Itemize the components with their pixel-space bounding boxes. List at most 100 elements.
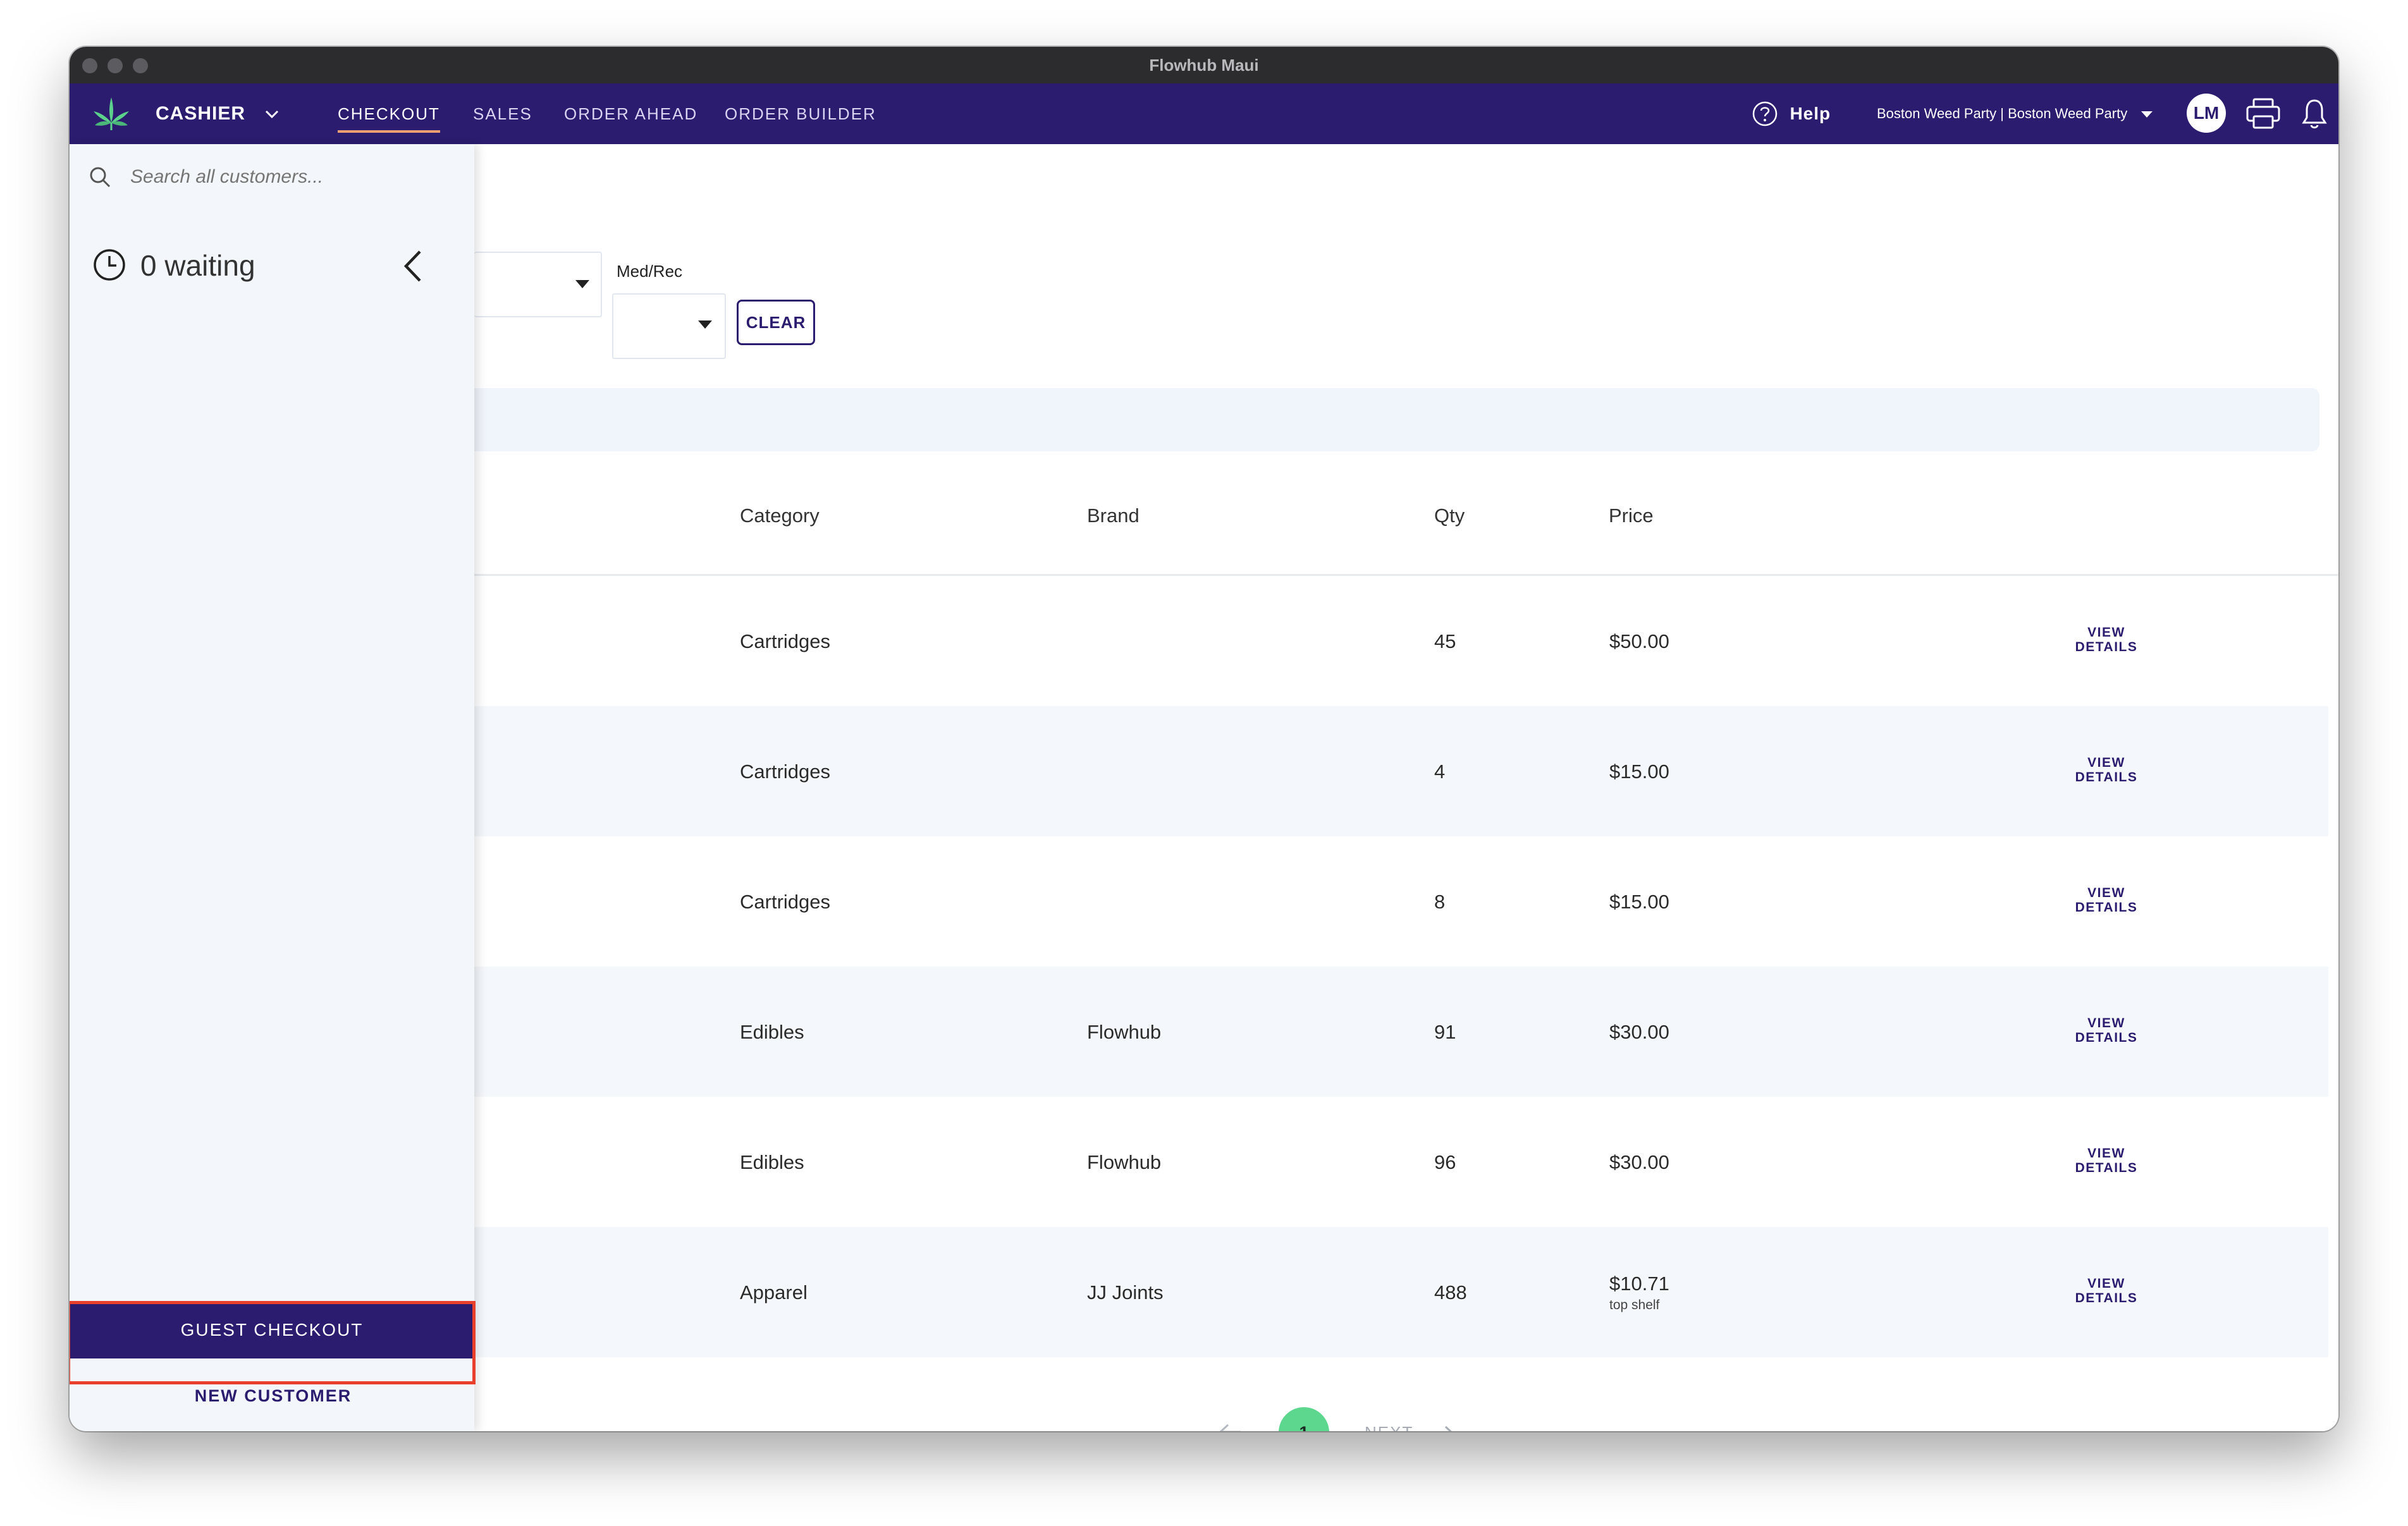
title-bar: Flowhub Maui	[70, 47, 2338, 83]
view-details-line2: DETAILS	[2075, 770, 2138, 784]
view-details-line1: VIEW	[2087, 755, 2125, 770]
new-customer-button[interactable]: NEW CUSTOMER	[72, 1368, 474, 1424]
tab-order-ahead[interactable]: ORDER AHEAD	[564, 83, 697, 144]
avatar-initials: LM	[2193, 103, 2220, 123]
top-nav-bar: CASHIER CHECKOUT SALES ORDER AHEAD ORDER…	[70, 83, 2338, 144]
user-avatar[interactable]: LM	[2187, 94, 2226, 133]
view-details-line2: DETAILS	[2075, 1291, 2138, 1305]
view-details-line1: VIEW	[2087, 1276, 2125, 1291]
row-category: Edibles	[740, 1151, 804, 1173]
row-category: Cartridges	[740, 630, 830, 652]
window-title: Flowhub Maui	[1149, 56, 1259, 75]
row-qty: 45	[1434, 630, 1456, 652]
column-header-brand: Brand	[1087, 504, 1140, 527]
med-rec-select[interactable]	[612, 293, 726, 359]
row-category: Cartridges	[740, 891, 830, 913]
table-row[interactable]: Cartridges 4 $15.00 VIEW DETAILS	[474, 706, 2328, 836]
table-row[interactable]: Cartridges 8 $15.00 VIEW DETAILS	[474, 836, 2328, 967]
table-row[interactable]: Apparel JJ Joints 488 $10.71 top shelf V…	[474, 1227, 2328, 1357]
row-qty: 8	[1434, 891, 1446, 913]
table-row[interactable]: Edibles Flowhub 91 $30.00 VIEW DETAILS	[474, 967, 2328, 1097]
clear-filters-button[interactable]: CLEAR	[737, 300, 815, 345]
table-row[interactable]: Cartridges 45 $50.00 VIEW DETAILS	[474, 576, 2328, 706]
app-mode-menu[interactable]: CASHIER	[156, 83, 279, 144]
help-label: Help	[1790, 104, 1831, 123]
search-icon	[90, 167, 111, 188]
zoom-window-button[interactable]	[133, 58, 148, 73]
guest-checkout-button[interactable]: GUEST CHECKOUT	[70, 1302, 474, 1358]
row-brand: JJ Joints	[1087, 1281, 1164, 1303]
row-price: $15.00	[1609, 760, 1669, 783]
view-details-line2: DETAILS	[2075, 1161, 2138, 1175]
row-category: Cartridges	[740, 760, 830, 783]
customer-search-input[interactable]	[130, 159, 446, 195]
next-page-label: NEXT	[1365, 1423, 1413, 1431]
column-header-category: Category	[740, 504, 820, 527]
caret-down-icon	[2141, 111, 2153, 118]
view-details-line1: VIEW	[2087, 1016, 2125, 1030]
view-details-line2: DETAILS	[2075, 900, 2138, 915]
caret-down-icon	[698, 320, 712, 329]
view-details-line1: VIEW	[2087, 625, 2125, 640]
view-details-button[interactable]: VIEW DETAILS	[2062, 625, 2151, 654]
guest-checkout-label: GUEST CHECKOUT	[180, 1320, 364, 1340]
next-page-button[interactable]: NEXT	[1365, 1420, 1456, 1431]
help-button[interactable]: Help	[1752, 83, 1831, 144]
tab-sales[interactable]: SALES	[473, 83, 532, 144]
row-price: $30.00	[1609, 1151, 1669, 1173]
previous-page-arrow-icon[interactable]	[1218, 1422, 1243, 1431]
row-qty: 488	[1434, 1281, 1467, 1303]
customer-sidebar: 0 waiting NEW CUSTOMER	[70, 144, 474, 1431]
row-category: Apparel	[740, 1281, 808, 1303]
app-window: Flowhub Maui CASHIER CHECKOUT SALES ORDE…	[70, 47, 2338, 1431]
row-brand: Flowhub	[1087, 1021, 1162, 1043]
current-page-label: 1	[1299, 1423, 1308, 1431]
close-window-button[interactable]	[82, 58, 97, 73]
tab-checkout[interactable]: CHECKOUT	[338, 83, 440, 144]
tab-sales-label: SALES	[473, 104, 532, 123]
view-details-button[interactable]: VIEW DETAILS	[2062, 1016, 2151, 1045]
collapse-chevron-left-icon[interactable]	[401, 249, 426, 283]
active-tab-underline	[338, 130, 440, 133]
med-rec-label: Med/Rec	[617, 262, 683, 281]
minimize-window-button[interactable]	[108, 58, 123, 73]
row-qty: 4	[1434, 760, 1446, 783]
row-brand: Flowhub	[1087, 1151, 1162, 1173]
tab-checkout-label: CHECKOUT	[338, 104, 440, 123]
printer-icon[interactable]	[2245, 97, 2282, 130]
help-circle-icon	[1752, 101, 1778, 126]
view-details-line1: VIEW	[2087, 1146, 2125, 1161]
view-details-line2: DETAILS	[2075, 1030, 2138, 1045]
row-price: $10.71	[1609, 1273, 1669, 1295]
search-bar-strip[interactable]	[474, 388, 2319, 451]
tab-order-builder[interactable]: ORDER BUILDER	[725, 83, 876, 144]
filter-select[interactable]	[474, 252, 602, 317]
new-customer-label: NEW CUSTOMER	[194, 1386, 352, 1405]
column-header-qty: Qty	[1434, 504, 1465, 527]
table-row[interactable]: Edibles Flowhub 96 $30.00 VIEW DETAILS	[474, 1097, 2328, 1227]
view-details-line2: DETAILS	[2075, 640, 2138, 654]
location-label: Boston Weed Party | Boston Weed Party	[1877, 106, 2128, 121]
clear-label: CLEAR	[746, 313, 806, 332]
page-number-badge[interactable]: 1	[1279, 1407, 1329, 1431]
caret-down-icon	[575, 280, 589, 288]
tab-order-builder-label: ORDER BUILDER	[725, 104, 876, 123]
row-price: $50.00	[1609, 630, 1669, 652]
cannabis-leaf-logo-icon	[94, 97, 129, 130]
view-details-button[interactable]: VIEW DETAILS	[2062, 1146, 2151, 1175]
view-details-button[interactable]: VIEW DETAILS	[2062, 755, 2151, 784]
next-page-arrow-icon	[1445, 1426, 1452, 1431]
view-details-button[interactable]: VIEW DETAILS	[2062, 1276, 2151, 1305]
view-details-line1: VIEW	[2087, 886, 2125, 900]
location-selector[interactable]: Boston Weed Party | Boston Weed Party	[1877, 83, 2153, 144]
notification-bell-icon[interactable]	[2302, 97, 2327, 130]
queue-waiting-count: 0 waiting	[140, 249, 255, 282]
row-qty: 91	[1434, 1021, 1456, 1043]
row-qty: 96	[1434, 1151, 1456, 1173]
row-price: $15.00	[1609, 891, 1669, 913]
view-details-button[interactable]: VIEW DETAILS	[2062, 886, 2151, 915]
chevron-down-icon	[266, 111, 279, 119]
row-price-note: top shelf	[1609, 1298, 1660, 1312]
row-price: $30.00	[1609, 1021, 1669, 1043]
row-category: Edibles	[740, 1021, 804, 1043]
